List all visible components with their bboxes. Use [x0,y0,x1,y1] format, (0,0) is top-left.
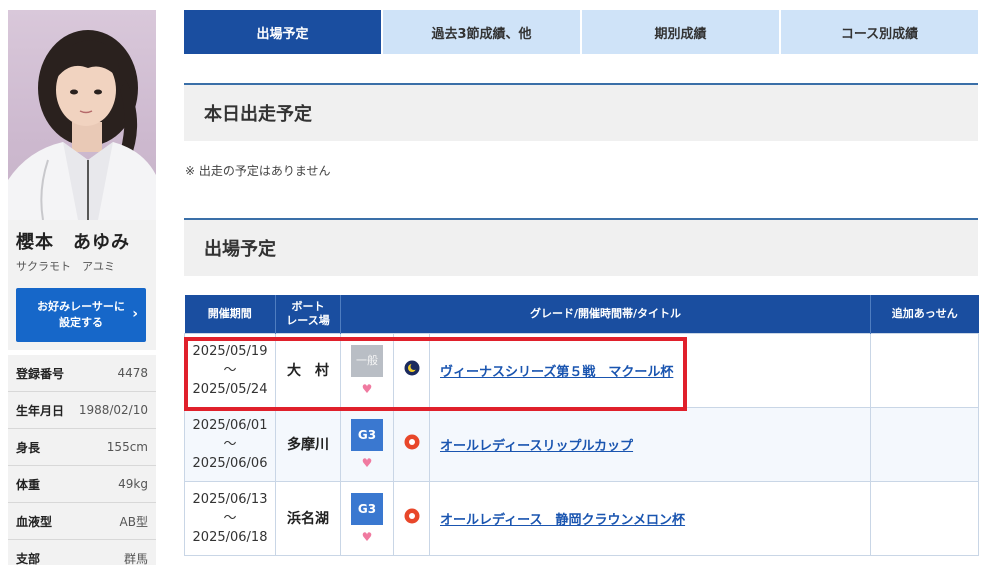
race-title-link[interactable]: オールレディースリップルカップ [440,439,633,454]
racer-profile: 櫻本 あゆみ サクラモト アユミ お好みレーサーに 設定する › 登録番号 44… [8,10,156,565]
racer-photo [8,10,156,220]
period-tilde: ～ [223,362,237,378]
info-value: 1988/02/10 [78,403,148,417]
info-row-height: 身長 155cm [8,429,156,466]
section-title-today: 本日出走予定 [184,83,978,141]
grade-badge: G3 [351,419,383,451]
venue-name: 多摩川 [287,437,329,453]
period-end: 2025/06/18 [192,529,268,545]
title-cell: ヴィーナスシリーズ第５戦 マクール杯 [428,332,872,408]
grade-cell: 一般 ♥ [340,332,394,408]
section-title-schedule: 出場予定 [184,218,978,276]
info-row-registration: 登録番号 4478 [8,355,156,392]
period-end: 2025/06/06 [192,455,268,471]
time-icon-cell [393,332,430,408]
sun-icon [404,434,419,450]
venue-name: 浜名湖 [287,511,329,527]
racer-name-kana: サクラモト アユミ [16,260,115,273]
venue-name: 大 村 [287,363,329,379]
venue-cell: 大 村 [275,332,341,408]
no-race-note: ※ 出走の予定はありません [185,164,331,178]
grade-badge: 一般 [351,345,383,377]
time-icon-cell [393,406,430,482]
info-value: 群馬 [123,551,148,565]
period-cell: 2025/05/19 ～ 2025/05/24 [184,332,276,408]
period-cell: 2025/06/13 ～ 2025/06/18 [184,480,276,556]
info-row-blood-type: 血液型 AB型 [8,503,156,540]
tab-term-results[interactable]: 期別成績 [582,10,779,54]
race-title-link[interactable]: ヴィーナスシリーズ第５戦 マクール杯 [440,365,673,380]
table-row: 2025/06/01 ～ 2025/06/06 多摩川 G3 ♥ オールレディー… [184,406,980,482]
tab-past-results[interactable]: 過去3節成績、他 [383,10,580,54]
period-tilde: ～ [223,436,237,452]
header-venue: ボート レース場 [275,295,341,333]
info-label: 支部 [16,551,41,565]
info-row-birthdate: 生年月日 1988/02/10 [8,392,156,429]
racer-name-box: 櫻本 あゆみ サクラモト アユミ お好みレーサーに 設定する › [8,220,156,350]
extra-cell [870,332,980,408]
info-label: 登録番号 [16,366,65,381]
info-label: 身長 [16,440,41,455]
header-venue-line1: ボート [291,299,325,313]
period-tilde: ～ [223,510,237,526]
title-cell: オールレディース 静岡クラウンメロン杯 [428,480,872,556]
favorite-button-label-1: お好みレーサーに [37,300,125,313]
heart-icon: ♥ [361,530,373,544]
period-start: 2025/06/13 [192,491,268,507]
chevron-right-icon: › [132,306,138,322]
info-value: 49kg [118,477,148,491]
time-icon-cell [393,480,430,556]
info-value: 155cm [106,440,148,454]
tab-schedule[interactable]: 出場予定 [184,10,381,54]
table-row: 2025/06/13 ～ 2025/06/18 浜名湖 G3 ♥ オールレディー… [184,480,980,556]
venue-cell: 多摩川 [275,406,341,482]
table-row: 2025/05/19 ～ 2025/05/24 大 村 一般 ♥ ヴィーナスシリ… [184,332,980,408]
title-cell: オールレディースリップルカップ [428,406,872,482]
extra-cell [870,480,980,556]
heart-icon: ♥ [361,456,373,470]
period-start: 2025/06/01 [192,417,268,433]
tab-bar: 出場予定 過去3節成績、他 期別成績 コース別成績 [184,10,978,54]
header-grade-title: グレード/開催時間帯/タイトル [340,295,872,333]
info-label: 血液型 [16,514,53,529]
moon-icon [404,360,419,376]
info-row-branch: 支部 群馬 [8,540,156,565]
period-cell: 2025/06/01 ～ 2025/06/06 [184,406,276,482]
info-value: AB型 [119,514,148,529]
tab-course-results[interactable]: コース別成績 [781,10,978,54]
header-extra: 追加あっせん [870,295,979,333]
info-label: 生年月日 [16,403,65,418]
favorite-button-label-2: 設定する [59,316,103,329]
favorite-racer-button[interactable]: お好みレーサーに 設定する › [16,288,146,342]
info-row-weight: 体重 49kg [8,466,156,503]
sun-icon [404,508,419,524]
header-period: 開催期間 [184,295,276,333]
info-value: 4478 [117,366,148,380]
heart-icon: ♥ [361,382,373,396]
period-start: 2025/05/19 [192,343,268,359]
race-title-link[interactable]: オールレディース 静岡クラウンメロン杯 [440,513,685,528]
schedule-table: 開催期間 ボート レース場 グレード/開催時間帯/タイトル 追加あっせん 202… [184,295,980,556]
grade-cell: G3 ♥ [340,406,394,482]
venue-cell: 浜名湖 [275,480,341,556]
extra-cell [870,406,980,482]
table-header-row: 開催期間 ボート レース場 グレード/開催時間帯/タイトル 追加あっせん [184,295,979,333]
info-label: 体重 [16,477,41,492]
grade-cell: G3 ♥ [340,480,394,556]
grade-badge: G3 [351,493,383,525]
racer-info-list: 登録番号 4478 生年月日 1988/02/10 身長 155cm 体重 49… [8,355,156,565]
header-venue-line2: レース場 [286,313,330,327]
racer-name: 櫻本 あゆみ [16,232,130,253]
period-end: 2025/05/24 [192,381,268,397]
